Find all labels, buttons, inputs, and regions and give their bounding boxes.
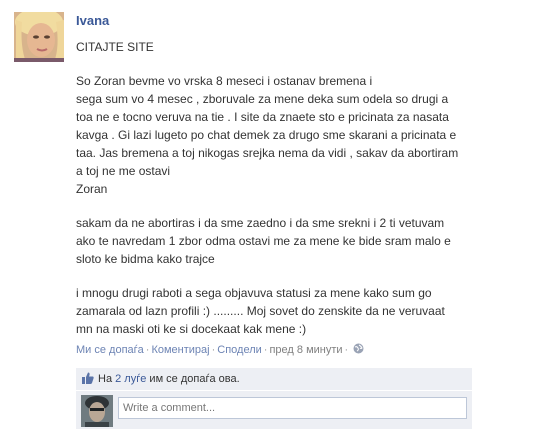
likes-summary: На 2 луѓе им се допаѓа ова. <box>76 368 472 390</box>
timestamp[interactable]: пред 8 минути <box>269 344 342 356</box>
comment-link[interactable]: Коментирај <box>151 344 209 356</box>
comment-composer <box>76 391 472 429</box>
share-link[interactable]: Сподели <box>217 344 262 356</box>
post: Ivana CITAJTE SITE So Zoran bevme vo vrs… <box>76 12 486 358</box>
post-paragraph: So Zoran bevme vo vrska 8 meseci i ostan… <box>76 74 459 196</box>
post-actions: Ми се допаѓа · Коментирај · Сподели · пред 8 м… <box>76 342 486 358</box>
post-paragraph: sakam da ne abortiras i da sme zaedno i … <box>76 216 451 266</box>
author-avatar[interactable] <box>14 12 64 62</box>
post-title: CITAJTE SITE <box>76 40 154 54</box>
likes-count-link[interactable]: 2 луѓе <box>115 373 146 385</box>
post-paragraph: i mnogu drugi raboti a sega objavuva sta… <box>76 286 445 336</box>
globe-icon[interactable] <box>353 343 364 354</box>
comment-input[interactable] <box>118 397 467 419</box>
commenter-avatar <box>81 395 113 427</box>
likes-prefix: На <box>98 373 113 385</box>
likes-suffix: им се допаѓа ова. <box>149 373 240 385</box>
author-name[interactable]: Ivana <box>76 12 486 30</box>
like-link[interactable]: Ми се допаѓа <box>76 344 144 356</box>
thumbs-up-icon <box>82 372 94 384</box>
separator: · <box>344 344 349 356</box>
